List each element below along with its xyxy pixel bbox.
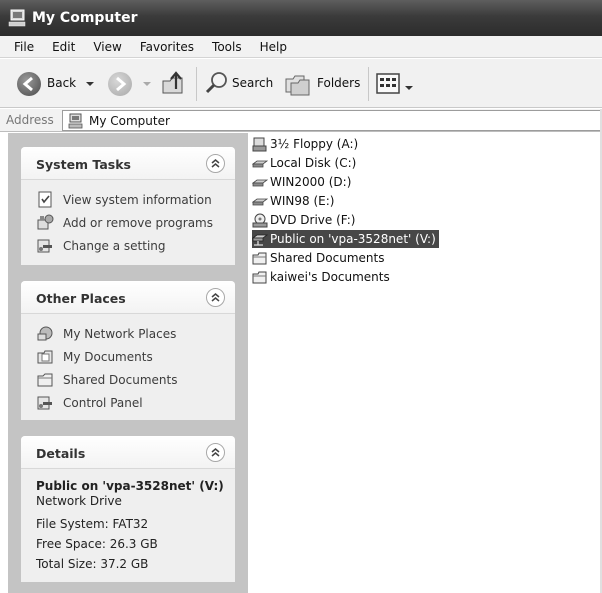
task-pane: System Tasks View system information Add… [8, 133, 248, 593]
folders-icon[interactable] [284, 71, 312, 100]
back-dropdown-icon[interactable] [86, 77, 94, 91]
dvd-drive-icon [252, 213, 268, 228]
floppy-drive-icon [252, 137, 268, 152]
details-item-name: Public on 'vpa-3528net' (V:) [36, 479, 224, 493]
system-tasks-title: System Tasks [36, 157, 131, 172]
title-bar[interactable]: My Computer [0, 0, 602, 36]
computer-icon [68, 113, 84, 132]
other-places-panel: Other Places My Network Places My Docume… [21, 281, 235, 420]
details-title: Details [36, 446, 86, 461]
forward-arrow-icon[interactable] [108, 72, 132, 96]
search-button[interactable]: Search [232, 76, 273, 90]
control-panel-icon [37, 237, 54, 254]
back-arrow-icon[interactable] [17, 72, 41, 96]
menu-bar: File Edit View Favorites Tools Help [0, 36, 602, 58]
menu-file[interactable]: File [14, 40, 34, 54]
computer-icon [8, 7, 28, 29]
hard-disk-icon [251, 156, 269, 171]
details-header[interactable]: Details [21, 436, 235, 469]
details-item-type: Network Drive [36, 494, 122, 508]
menu-edit[interactable]: Edit [52, 40, 75, 54]
toolbar: Back Search Folders [0, 59, 602, 108]
details-total-size: Total Size: 37.2 GB [36, 557, 149, 571]
collapse-chevron-icon[interactable] [206, 154, 225, 173]
views-dropdown-icon[interactable] [405, 80, 413, 94]
views-icon[interactable] [376, 72, 404, 99]
search-icon[interactable] [204, 70, 230, 99]
place-shared-documents[interactable]: Shared Documents [21, 368, 235, 391]
task-view-system-information[interactable]: View system information [21, 188, 235, 211]
list-item[interactable]: Local Disk (C:) [251, 154, 359, 172]
address-value: My Computer [89, 114, 170, 128]
task-add-remove-programs[interactable]: Add or remove programs [21, 211, 235, 234]
system-tasks-header[interactable]: System Tasks [21, 147, 235, 180]
back-button[interactable]: Back [47, 76, 76, 90]
list-item-selected[interactable]: Public on 'vpa-3528net' (V:) [251, 230, 439, 248]
collapse-chevron-icon[interactable] [206, 288, 225, 307]
window-title: My Computer [32, 10, 138, 26]
list-item[interactable]: 3½ Floppy (A:) [252, 135, 361, 153]
add-remove-programs-icon [37, 214, 54, 231]
hard-disk-icon [251, 175, 269, 190]
control-panel-icon [37, 394, 54, 411]
place-my-documents[interactable]: My Documents [21, 345, 235, 368]
task-change-a-setting[interactable]: Change a setting [21, 234, 235, 257]
details-file-system: File System: FAT32 [36, 517, 149, 531]
toolbar-separator [368, 67, 369, 101]
folder-icon [252, 270, 268, 285]
forward-dropdown-icon[interactable] [143, 77, 151, 91]
list-item[interactable]: DVD Drive (F:) [252, 211, 358, 229]
up-folder-icon[interactable] [160, 69, 188, 100]
list-item[interactable]: Shared Documents [252, 249, 387, 267]
collapse-chevron-icon[interactable] [206, 443, 225, 462]
other-places-title: Other Places [36, 291, 126, 306]
address-field[interactable]: My Computer [62, 110, 602, 131]
menu-view[interactable]: View [93, 40, 121, 54]
network-drive-icon [251, 232, 269, 247]
folder-icon [252, 251, 268, 266]
folders-button[interactable]: Folders [317, 76, 360, 90]
list-item[interactable]: WIN98 (E:) [251, 192, 337, 210]
address-bar: Address My Computer [0, 109, 602, 132]
other-places-header[interactable]: Other Places [21, 281, 235, 314]
network-places-icon [37, 325, 54, 342]
folder-icon [37, 371, 54, 388]
list-item[interactable]: kaiwei's Documents [252, 268, 393, 286]
address-label: Address [6, 113, 54, 127]
file-list: 3½ Floppy (A:) Local Disk (C:) WIN2000 (… [248, 133, 602, 593]
system-tasks-panel: System Tasks View system information Add… [21, 147, 235, 265]
details-panel: Details Public on 'vpa-3528net' (V:) Net… [21, 436, 235, 582]
place-control-panel[interactable]: Control Panel [21, 391, 235, 414]
my-documents-icon [37, 348, 54, 365]
menu-favorites[interactable]: Favorites [140, 40, 194, 54]
details-free-space: Free Space: 26.3 GB [36, 537, 158, 551]
hard-disk-icon [251, 194, 269, 209]
menu-help[interactable]: Help [260, 40, 287, 54]
list-item[interactable]: WIN2000 (D:) [251, 173, 354, 191]
place-my-network-places[interactable]: My Network Places [21, 322, 235, 345]
menu-tools[interactable]: Tools [212, 40, 242, 54]
system-info-icon [37, 191, 54, 208]
toolbar-separator [196, 67, 197, 101]
